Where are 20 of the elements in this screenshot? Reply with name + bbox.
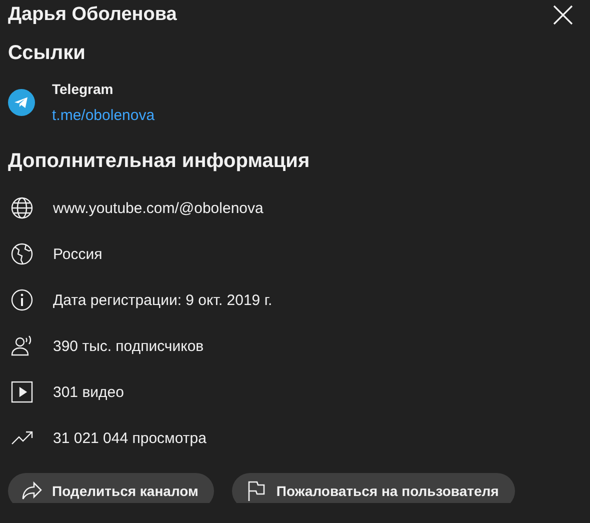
telegram-icon xyxy=(8,89,35,116)
earth-icon xyxy=(10,242,34,266)
info-text: 390 тыс. подписчиков xyxy=(53,338,204,354)
close-icon[interactable] xyxy=(552,4,574,26)
info-text: www.youtube.com/@obolenova xyxy=(53,200,264,216)
share-button[interactable]: Поделиться каналом xyxy=(8,473,214,503)
info-icon xyxy=(10,288,34,312)
section-heading: Ссылки xyxy=(8,42,86,65)
link-url[interactable]: t.me/obolenova xyxy=(52,107,155,124)
info-text: Дата регистрации: 9 окт. 2019 г. xyxy=(53,292,272,308)
person-icon xyxy=(10,334,34,358)
report-button[interactable]: Пожаловаться на пользователя xyxy=(232,473,515,503)
info-text: Россия xyxy=(53,246,102,262)
info-text: 31 021 044 просмотра xyxy=(53,430,206,446)
info-text: 301 видео xyxy=(53,384,124,400)
link-title: Telegram xyxy=(52,81,114,97)
globe-icon xyxy=(10,196,34,220)
play-icon xyxy=(10,380,34,404)
section-heading: Дополнительная информация xyxy=(8,150,311,173)
channel-title: Дарья Оболенова xyxy=(8,4,177,26)
